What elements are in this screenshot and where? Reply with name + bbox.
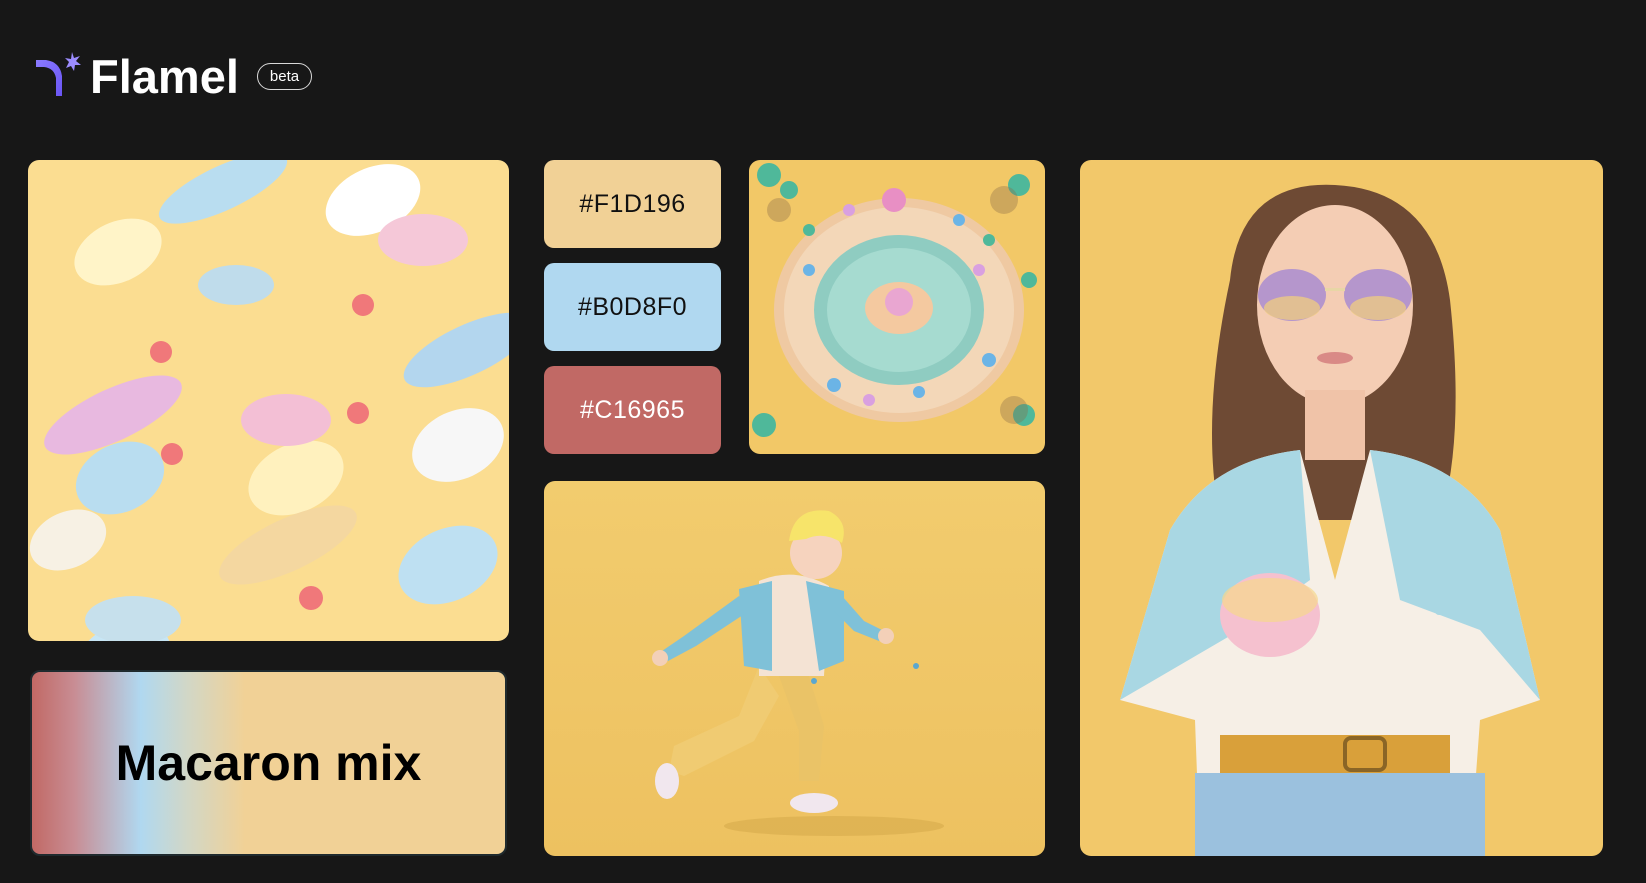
marshmallow-pattern-image[interactable] [28, 160, 509, 641]
swatch-label: #C16965 [580, 395, 685, 424]
palette-name: Macaron mix [115, 735, 422, 791]
swatch-color-3[interactable]: #C16965 [544, 366, 721, 454]
running-boy-image[interactable] [544, 481, 1045, 856]
woman-portrait-image[interactable] [1080, 160, 1603, 856]
swatch-label: #F1D196 [579, 189, 686, 218]
beta-badge: beta [256, 62, 313, 90]
app-name[interactable]: Flamel [90, 53, 239, 100]
swatch-color-2[interactable]: #B0D8F0 [544, 263, 721, 351]
app-header: Flamel beta [34, 48, 313, 104]
island-pool-image[interactable] [749, 160, 1045, 454]
flamel-logo-icon[interactable] [34, 50, 86, 102]
swatch-label: #B0D8F0 [577, 292, 688, 321]
palette-name-card[interactable]: Macaron mix [30, 670, 507, 856]
swatch-color-1[interactable]: #F1D196 [544, 160, 721, 248]
